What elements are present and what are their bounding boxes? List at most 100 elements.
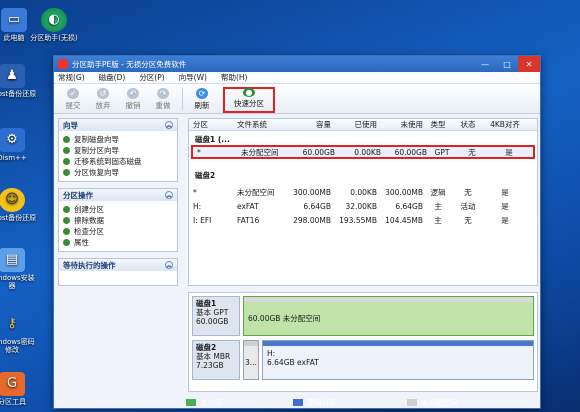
- toolbar: ✓ 提交 ↺ 放弃 ↶ 撤销 ↷ 重做 ⟳ 刷新 ● 快速分区: [54, 84, 540, 114]
- cell-type: 主: [434, 202, 442, 211]
- menu-general[interactable]: 常规(G): [58, 72, 85, 83]
- pending-ops-panel: 等待执行的操作 ︽: [58, 258, 178, 286]
- table-row[interactable]: * 未分配空间 300.00MB 0.00KB 300.00MB 逻辑 无 是: [189, 187, 537, 198]
- disk1-map[interactable]: 磁盘1 基本 GPT 60.00GB 60.00GB 未分配空间: [192, 296, 534, 336]
- partition-tool-icon: G: [0, 372, 25, 396]
- table-row[interactable]: H: exFAT 6.64GB 32.00KB 6.64GB 主 活动 是: [189, 201, 537, 212]
- op-check-partition[interactable]: 检查分区: [63, 226, 173, 237]
- title-bar[interactable]: 分区助手PE版 - 无损分区免费软件 — □ ✕: [54, 56, 540, 72]
- undo-button[interactable]: ↶ 撤销: [118, 88, 148, 113]
- wizard-migrate-os[interactable]: 迁移系统到固态磁盘: [63, 156, 173, 167]
- disk1-info[interactable]: 磁盘1 基本 GPT 60.00GB: [192, 296, 240, 336]
- cell-partition: *: [193, 188, 197, 197]
- table-row[interactable]: I: EFI FAT16 298.00MB 193.55MB 104.45MB …: [189, 215, 537, 226]
- cell-free: 6.64GB: [395, 202, 423, 211]
- disk1-kind: 基本 GPT: [196, 308, 229, 317]
- wizard-item-label: 复制分区向导: [74, 146, 119, 155]
- migrate-icon: [63, 158, 70, 165]
- collapse-icon[interactable]: ︽: [165, 191, 173, 199]
- col-partition[interactable]: 分区: [189, 119, 237, 130]
- cell-partition: H:: [193, 202, 202, 211]
- op-properties[interactable]: 属性: [63, 237, 173, 248]
- col-free[interactable]: 未使用: [377, 119, 424, 130]
- undo-icon: ↶: [127, 88, 139, 99]
- disk2-small-partition[interactable]: 3...: [243, 340, 259, 380]
- desktop-icon-windows-installer[interactable]: ▤ Windows安装器: [0, 248, 38, 290]
- desktop-icon-password[interactable]: ⚷ Windows密码修改: [0, 312, 38, 354]
- left-panel: 向导 ︽ 复制磁盘向导 复制分区向导 迁移系统到固态磁盘 分区恢复向导 分区操作…: [58, 118, 178, 404]
- cell-free: 300.00MB: [385, 188, 423, 197]
- col-capacity[interactable]: 容量: [291, 119, 331, 130]
- disk1-size: 60.00GB: [196, 317, 229, 326]
- collapse-icon[interactable]: ︽: [165, 121, 173, 129]
- maximize-button[interactable]: □: [496, 56, 518, 72]
- cell-used: 0.00KB: [350, 188, 377, 197]
- desktop-icon-ghost[interactable]: ♟ Ghost备份还原: [0, 64, 38, 98]
- disk2-map[interactable]: 磁盘2 基本 MBR 7.23GB 3... H: 6.64GB exFAT: [192, 340, 534, 380]
- table-header: 分区 文件系统 容量 已使用 未使用 类型 状态 4KB对齐: [189, 119, 537, 131]
- discard-button[interactable]: ↺ 放弃: [88, 88, 118, 113]
- undo-label: 撤销: [125, 101, 141, 110]
- close-button[interactable]: ✕: [518, 56, 540, 72]
- discard-label: 放弃: [95, 101, 111, 110]
- cell-capacity: 300.00MB: [293, 188, 331, 197]
- disk2-partition-label: 6.64GB exFAT: [267, 358, 319, 368]
- disk2-info[interactable]: 磁盘2 基本 MBR 7.23GB: [192, 340, 240, 380]
- op-create-partition[interactable]: 创建分区: [63, 204, 173, 215]
- collapse-icon[interactable]: ︽: [165, 261, 173, 269]
- desktop-icon-label: Ghost备份还原: [0, 214, 37, 222]
- pending-ops-header[interactable]: 等待执行的操作 ︽: [59, 259, 177, 271]
- cell-capacity: 60.00GB: [302, 147, 335, 157]
- desktop-icon-partition-assistant[interactable]: ◐ 分区助手(无损): [28, 8, 80, 42]
- partition-ops-panel: 分区操作 ︽ 创建分区 擦除数据 检查分区 属性: [58, 188, 178, 252]
- cell-filesystem: FAT16: [237, 216, 260, 225]
- installer-icon: ▤: [0, 248, 25, 272]
- menu-help[interactable]: 帮助(H): [221, 72, 248, 83]
- toolbar-separator: [182, 88, 183, 110]
- cell-free: 104.45MB: [385, 216, 423, 225]
- col-4k-align[interactable]: 4KB对齐: [483, 119, 527, 130]
- partition-assistant-window: 分区助手PE版 - 无损分区免费软件 — □ ✕ 常规(G) 磁盘(D) 分区(…: [53, 55, 541, 409]
- col-type[interactable]: 类型: [423, 119, 453, 130]
- minimize-button[interactable]: —: [474, 56, 496, 72]
- cell-align: 是: [501, 202, 509, 211]
- cell-capacity: 6.64GB: [303, 202, 331, 211]
- cell-capacity: 298.00MB: [293, 216, 331, 225]
- table-row-selected[interactable]: * 未分配空间 60.00GB 0.00KB 60.00GB GPT 无 是: [191, 145, 535, 159]
- wizard-copy-partition[interactable]: 复制分区向导: [63, 145, 173, 156]
- redo-label: 重做: [155, 101, 171, 110]
- disk2-partition-block[interactable]: H: 6.64GB exFAT: [262, 340, 534, 380]
- cell-used: 0.00KB: [354, 147, 381, 157]
- menu-wizard[interactable]: 向导(W): [179, 72, 207, 83]
- legend-logical: 逻辑分区: [292, 397, 337, 408]
- key-icon: ⚷: [7, 315, 17, 331]
- col-used[interactable]: 已使用: [331, 119, 378, 130]
- cell-status: 无: [464, 188, 472, 197]
- menu-partition[interactable]: 分区(P): [139, 72, 164, 83]
- pending-ops-title: 等待执行的操作: [63, 260, 116, 270]
- commit-button[interactable]: ✓ 提交: [58, 88, 88, 113]
- desktop-icon-partition-tool[interactable]: G 分区工具: [0, 372, 38, 406]
- op-wipe-data[interactable]: 擦除数据: [63, 215, 173, 226]
- partition-ops-header[interactable]: 分区操作 ︽: [59, 189, 177, 201]
- col-filesystem[interactable]: 文件系统: [237, 119, 291, 130]
- properties-icon: [63, 239, 70, 246]
- wizard-partition-recovery[interactable]: 分区恢复向导: [63, 167, 173, 178]
- wizard-copy-disk[interactable]: 复制磁盘向导: [63, 134, 173, 145]
- cell-align: 是: [505, 147, 513, 157]
- cell-type: 主: [434, 216, 442, 225]
- wizard-panel-header[interactable]: 向导 ︽: [59, 119, 177, 131]
- quick-partition-button[interactable]: ● 快速分区: [223, 87, 275, 113]
- op-label: 属性: [74, 238, 89, 247]
- disk1-header[interactable]: 磁盘1 (...: [189, 131, 537, 145]
- desktop-icon-ghost-restore[interactable]: ☺ Ghost备份还原: [0, 188, 38, 222]
- menu-bar: 常规(G) 磁盘(D) 分区(P) 向导(W) 帮助(H): [54, 72, 540, 84]
- desktop-icon-dism[interactable]: ⚙ Dism++: [0, 128, 38, 162]
- col-status[interactable]: 状态: [453, 119, 483, 130]
- menu-disk[interactable]: 磁盘(D): [99, 72, 126, 83]
- refresh-button[interactable]: ⟳ 刷新: [187, 88, 217, 113]
- wipe-icon: [63, 217, 70, 224]
- redo-button[interactable]: ↷ 重做: [148, 88, 178, 113]
- disk1-partition-block[interactable]: 60.00GB 未分配空间: [243, 296, 534, 336]
- disk2-header[interactable]: 磁盘2: [189, 167, 537, 181]
